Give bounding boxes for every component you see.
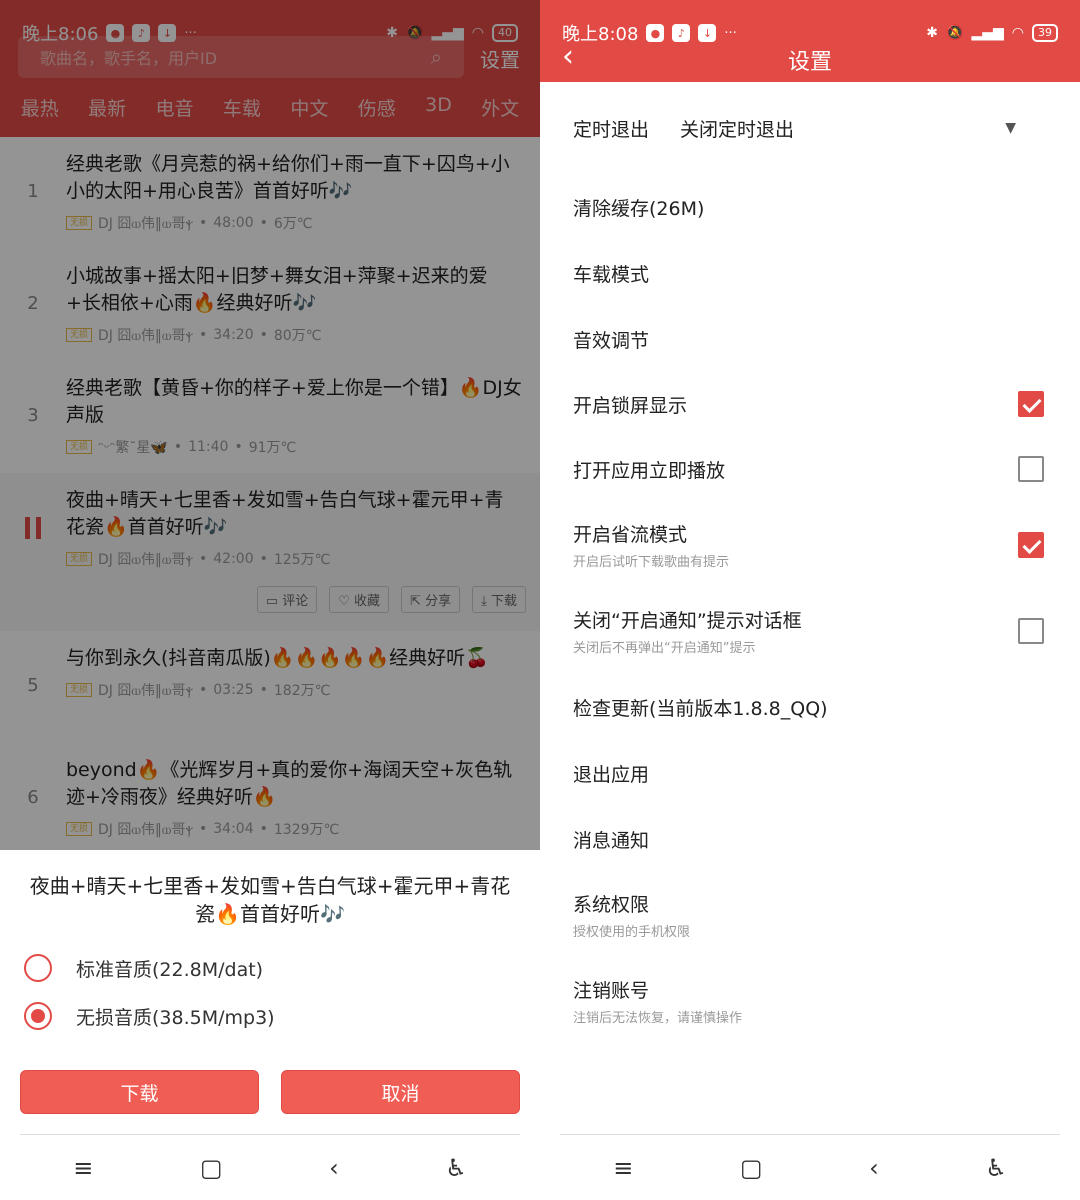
system-nav-bar: ≡ ▢ ‹ ♿	[560, 1134, 1060, 1200]
setting-permissions[interactable]: 系统权限 授权使用的手机权限	[540, 872, 1080, 958]
setting-label: 开启省流模式	[573, 524, 688, 546]
download-notif-icon: ↓	[698, 24, 717, 42]
setting-label: 检查更新(当前版本1.8.8_QQ)	[573, 697, 828, 720]
radio-checked-icon[interactable]	[24, 1002, 52, 1030]
setting-clear-cache[interactable]: 清除缓存(26M)	[540, 174, 1080, 240]
mute-icon: 🔕	[946, 25, 964, 41]
download-confirm-button[interactable]: 下载	[20, 1070, 259, 1114]
option-label: 标准音质(22.8M/dat)	[76, 958, 264, 981]
download-quality-sheet: 夜曲+晴天+七里香+发如雪+告白气球+霍元甲+青花瓷🔥首首好听🎶 标准音质(22…	[0, 850, 540, 1200]
app-icon: ♪	[672, 24, 691, 42]
setting-label: 退出应用	[573, 763, 650, 786]
signal-icon: ▂▄▆	[971, 25, 1004, 41]
wifi-icon: ◠	[1011, 25, 1024, 41]
setting-description: 授权使用的手机权限	[573, 925, 691, 940]
setting-label: 开启锁屏显示	[573, 394, 688, 417]
checkbox-checked-icon[interactable]	[1018, 391, 1044, 417]
quality-option-lossless[interactable]: 无损音质(38.5M/mp3)	[24, 992, 540, 1040]
setting-label: 清除缓存(26M)	[573, 197, 705, 220]
accessibility-icon[interactable]: ♿	[445, 1154, 467, 1182]
setting-label: 注销账号	[573, 980, 650, 1002]
accessibility-icon[interactable]: ♿	[985, 1154, 1007, 1182]
quality-option-standard[interactable]: 标准音质(22.8M/dat)	[24, 944, 540, 992]
settings-header: 晚上8:08 ● ♪ ↓ ··· ✱ 🔕 ▂▄▆ ◠ 39 ‹ 设置	[540, 0, 1080, 82]
setting-label: 定时退出	[573, 118, 650, 141]
more-dots-icon: ···	[724, 25, 737, 41]
setting-exit-app[interactable]: 退出应用	[540, 740, 1080, 806]
bluetooth-icon: ✱	[926, 25, 939, 41]
back-icon[interactable]: ‹	[329, 1154, 339, 1182]
setting-description: 开启后试听下载歌曲有提示	[573, 555, 730, 570]
setting-close-notify-dialog[interactable]: 关闭“开启通知”提示对话框 关闭后不再弹出“开启通知”提示	[540, 588, 1080, 674]
setting-label: 音效调节	[573, 329, 650, 352]
home-icon[interactable]: ▢	[740, 1154, 763, 1182]
setting-label: 关闭“开启通知”提示对话框	[573, 610, 802, 632]
setting-notifications[interactable]: 消息通知	[540, 806, 1080, 872]
dropdown-arrow-icon[interactable]: ▼	[1005, 120, 1016, 136]
setting-data-saver[interactable]: 开启省流模式 开启后试听下载歌曲有提示	[540, 502, 1080, 588]
radio-unchecked-icon[interactable]	[24, 954, 52, 982]
record-icon: ●	[646, 24, 665, 42]
checkbox-checked-icon[interactable]	[1018, 532, 1044, 558]
checkbox-unchecked-icon[interactable]	[1018, 456, 1044, 482]
left-screen: 晚上8:06 ● ♪ ↓ ··· ✱ 🔕 ▂▄▆ ◠ 40 歌曲名，歌手名，用户…	[0, 0, 540, 1200]
setting-label: 消息通知	[573, 829, 650, 852]
timer-select[interactable]: 关闭定时退出	[680, 115, 794, 142]
menu-icon[interactable]: ≡	[613, 1154, 633, 1182]
page-title: 设置	[787, 50, 832, 75]
option-label: 无损音质(38.5M/mp3)	[76, 1006, 275, 1029]
setting-autoplay[interactable]: 打开应用立即播放	[540, 436, 1080, 502]
setting-description: 注销后无法恢复，请谨慎操作	[573, 1011, 743, 1026]
home-icon[interactable]: ▢	[200, 1154, 223, 1182]
system-nav-bar: ≡ ▢ ‹ ♿	[20, 1134, 520, 1200]
setting-timer-exit[interactable]: 定时退出 关闭定时退出 ▼	[540, 82, 1080, 174]
battery-icon: 39	[1032, 24, 1058, 42]
right-screen: 晚上8:08 ● ♪ ↓ ··· ✱ 🔕 ▂▄▆ ◠ 39 ‹ 设置 定时退出 …	[540, 0, 1080, 1200]
menu-icon[interactable]: ≡	[73, 1154, 93, 1182]
settings-list: 定时退出 关闭定时退出 ▼ 清除缓存(26M) 车载模式 音效调节 开启锁屏显示…	[540, 82, 1080, 1044]
sheet-title: 夜曲+晴天+七里香+发如雪+告白气球+霍元甲+青花瓷🔥首首好听🎶	[29, 874, 511, 926]
back-icon[interactable]: ‹	[869, 1154, 879, 1182]
setting-lock-screen[interactable]: 开启锁屏显示	[540, 372, 1080, 436]
checkbox-unchecked-icon[interactable]	[1018, 618, 1044, 644]
setting-description: 关闭后不再弹出“开启通知”提示	[573, 641, 756, 656]
setting-check-update[interactable]: 检查更新(当前版本1.8.8_QQ)	[540, 674, 1080, 740]
setting-label: 系统权限	[573, 894, 650, 916]
setting-label: 打开应用立即播放	[573, 459, 726, 482]
setting-car-mode[interactable]: 车载模式	[540, 240, 1080, 306]
cancel-button[interactable]: 取消	[281, 1070, 520, 1114]
setting-sound[interactable]: 音效调节	[540, 306, 1080, 372]
setting-label: 车载模式	[573, 263, 650, 286]
setting-deregister[interactable]: 注销账号 注销后无法恢复，请谨慎操作	[540, 958, 1080, 1044]
modal-overlay[interactable]	[0, 0, 540, 850]
